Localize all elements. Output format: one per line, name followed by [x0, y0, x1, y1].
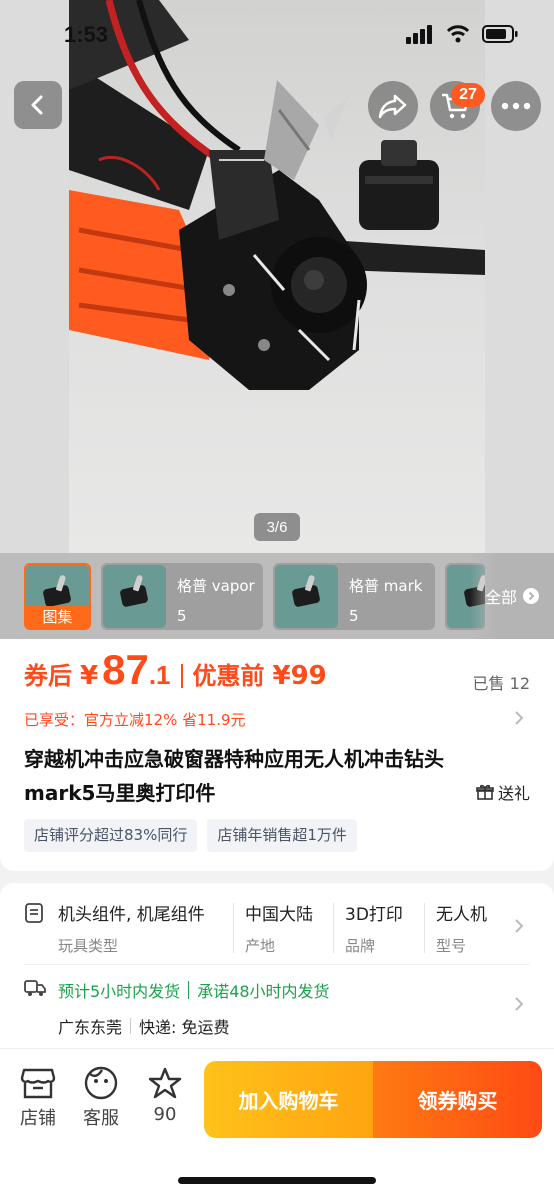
status-time: 1:53 — [64, 22, 109, 47]
shipping-estimate: 预计5小时内发货 — [58, 982, 181, 1001]
more-icon — [501, 102, 531, 110]
divider — [24, 964, 530, 965]
price-decimal: .1 — [148, 660, 171, 690]
price-prefix: 券后 — [24, 662, 72, 690]
store-label: 店铺 — [20, 1108, 56, 1129]
battery-icon — [482, 25, 518, 43]
status-icons — [406, 24, 518, 44]
service-label: 客服 — [83, 1108, 119, 1129]
home-indicator — [178, 1177, 376, 1184]
chevron-right-icon[interactable] — [514, 996, 524, 1012]
spec-value: 无人机 — [436, 905, 487, 925]
thumbnail-label: 图集 — [26, 606, 89, 628]
sold-count: 已售 12 — [472, 674, 530, 693]
shipping-estimate-row: 预计5小时内发货 承诺48小时内发货 — [58, 978, 330, 1002]
spec-divider — [333, 903, 334, 953]
favorite-button[interactable]: 90 — [140, 1066, 190, 1125]
chevron-right-icon[interactable] — [514, 918, 524, 934]
spec-toy-type: 机头组件, 机尾组件 玩具类型 — [58, 900, 205, 956]
spec-brand: 3D打印 品牌 — [345, 900, 403, 956]
spec-key: 型号 — [436, 937, 467, 955]
store-button[interactable]: 店铺 — [13, 1066, 63, 1130]
spec-origin: 中国大陆 产地 — [245, 900, 313, 956]
gift-icon — [476, 784, 494, 800]
spec-divider — [233, 903, 234, 953]
view-all-label: 全部 — [484, 588, 517, 607]
cart-count-badge: 27 — [451, 83, 485, 107]
favorite-count: 90 — [153, 1104, 177, 1125]
thumbnail-label: 格普 mark5 — [349, 577, 423, 625]
spec-value: 中国大陆 — [245, 905, 313, 925]
gallery-page-counter: 3/6 — [254, 513, 300, 541]
spec-key: 玩具类型 — [58, 937, 119, 955]
chevron-right-icon[interactable] — [514, 710, 524, 726]
original-price-label: 优惠前 — [192, 662, 265, 690]
back-button[interactable] — [14, 81, 62, 129]
share-icon — [378, 94, 407, 119]
document-icon — [25, 903, 43, 923]
promo-text[interactable]: 已享受：官方立减12% 省11.9元 — [24, 709, 246, 730]
wifi-icon — [446, 25, 470, 43]
shipping-express: 快递: 免运费 — [139, 1018, 230, 1037]
spec-key: 产地 — [245, 937, 276, 955]
price-row: 券后 ¥ 87 .1 优惠前 ¥99 — [24, 646, 327, 706]
store-tag: 店铺评分超过83%同行 — [24, 819, 198, 852]
shipping-divider — [130, 1018, 132, 1034]
gift-button[interactable]: 送礼 — [476, 780, 530, 804]
chevron-left-icon — [31, 95, 43, 115]
price-currency: ¥ — [80, 661, 99, 691]
shipping-divider — [188, 981, 190, 999]
spec-key: 品牌 — [345, 937, 376, 955]
truck-icon — [24, 980, 46, 996]
star-icon — [148, 1067, 182, 1099]
drone-photo-illustration — [69, 0, 485, 390]
thumbnail-image — [103, 565, 166, 628]
gift-label: 送礼 — [497, 784, 530, 803]
signal-icon — [406, 25, 432, 44]
spec-model: 无人机 型号 — [436, 900, 487, 956]
service-icon — [84, 1066, 118, 1100]
thumbnail-image — [275, 565, 338, 628]
price-divider — [180, 664, 183, 688]
original-price: ¥99 — [272, 661, 327, 691]
share-button[interactable] — [368, 81, 418, 131]
buy-now-button[interactable]: 领券购买 — [373, 1061, 542, 1138]
product-title: 穿越机冲击应急破窗器特种应用无人机冲击钻头mark5马里奥打印件 — [24, 747, 444, 805]
customer-service-button[interactable]: 客服 — [76, 1066, 126, 1130]
view-all-button[interactable]: 全部 — [470, 553, 554, 639]
thumbnail-album[interactable]: 图集 — [24, 563, 91, 630]
thumbnail-mark5[interactable]: 格普 mark5 — [273, 563, 435, 630]
spec-divider — [424, 903, 425, 953]
shipping-promise: 承诺48小时内发货 — [197, 982, 330, 1001]
shipping-location: 广东东莞 — [58, 1018, 123, 1037]
thumbnail-vapor5[interactable]: 格普 vapor 5 — [101, 563, 263, 630]
chevron-right-icon — [523, 588, 539, 604]
product-photo[interactable] — [69, 0, 485, 553]
spec-value: 机头组件, 机尾组件 — [58, 905, 205, 925]
store-icon — [20, 1068, 56, 1099]
shipping-location-row: 广东东莞 快递: 免运费 — [58, 1014, 230, 1038]
more-button[interactable] — [491, 81, 541, 131]
spec-value: 3D打印 — [345, 905, 403, 925]
thumbnail-label: 格普 vapor 5 — [177, 577, 255, 625]
store-tags: 店铺评分超过83%同行 店铺年销售超1万件 — [24, 819, 357, 852]
add-to-cart-button[interactable]: 加入购物车 — [204, 1061, 373, 1138]
price-integer: 87 — [102, 646, 149, 693]
store-tag: 店铺年销售超1万件 — [207, 819, 357, 852]
status-bar: 1:53 — [0, 0, 554, 66]
